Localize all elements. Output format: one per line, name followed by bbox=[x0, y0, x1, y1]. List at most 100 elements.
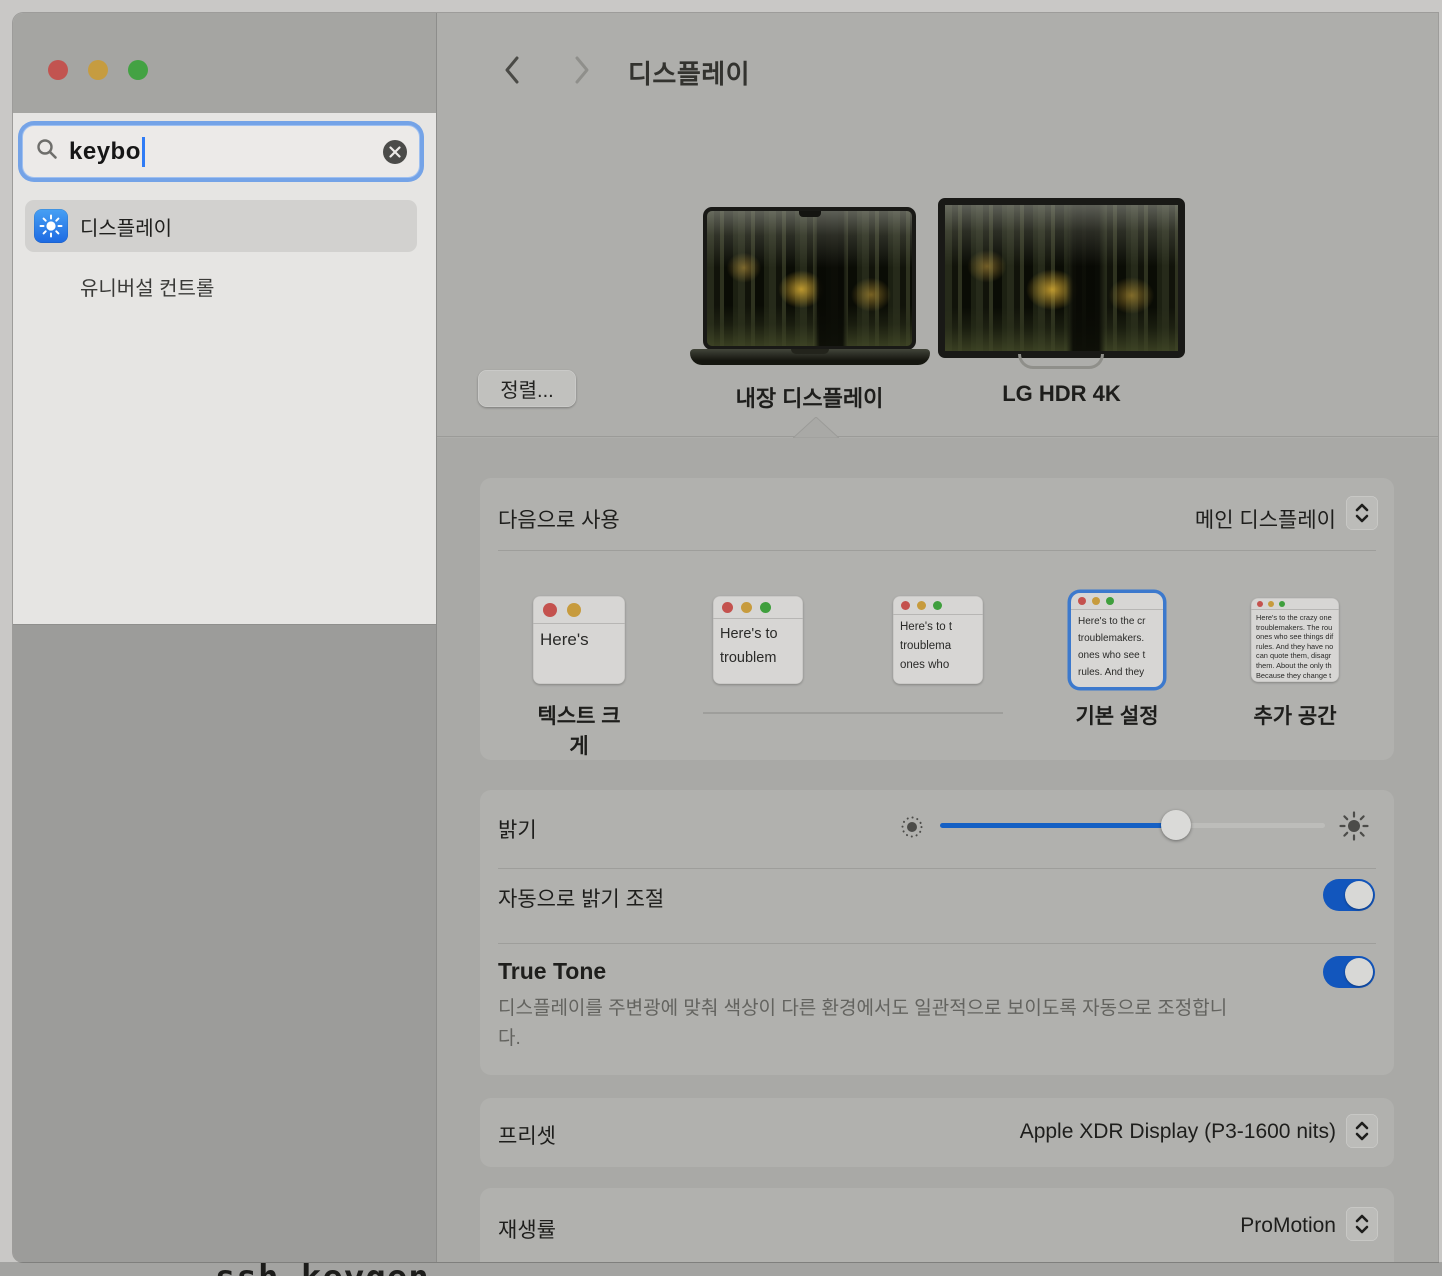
refresh-rate-card: 재생률 ProMotion bbox=[480, 1188, 1394, 1262]
window-dot-yellow bbox=[917, 601, 926, 610]
true-tone-label: True Tone bbox=[498, 958, 606, 985]
true-tone-toggle[interactable] bbox=[1323, 956, 1375, 988]
external-display-preview[interactable] bbox=[938, 198, 1185, 358]
scaling-option-larger-text[interactable]: Here's bbox=[533, 596, 625, 684]
brightness-label: 밝기 bbox=[498, 814, 537, 844]
row-divider bbox=[498, 550, 1376, 551]
clear-search-icon[interactable] bbox=[383, 140, 407, 164]
scaling-option-more-space[interactable]: Here's to the crazy one troublemakers. T… bbox=[1251, 598, 1339, 682]
thumb-text-line: troublema bbox=[900, 637, 983, 656]
thumb-text-line: troublemakers. bbox=[1078, 630, 1163, 647]
use-as-dropdown[interactable] bbox=[1346, 496, 1378, 530]
thumb-text-line: can quote them, disagr bbox=[1256, 651, 1339, 661]
window-dot-green bbox=[1106, 597, 1114, 605]
window-dot-red bbox=[1078, 597, 1086, 605]
thumb-text-line: Here's to t bbox=[900, 618, 983, 637]
window-dot-red bbox=[1257, 601, 1263, 607]
desktop-background: ssh-keygen bbox=[0, 1262, 1442, 1276]
sidebar: keybo bbox=[13, 13, 437, 1262]
brightness-slider-fill bbox=[940, 823, 1176, 828]
refresh-rate-dropdown[interactable] bbox=[1346, 1207, 1378, 1241]
thumb-text-line: Here's to the cr bbox=[1078, 613, 1163, 630]
forward-icon[interactable] bbox=[571, 55, 593, 85]
preset-card: 프리셋 Apple XDR Display (P3-1600 nits) bbox=[480, 1098, 1394, 1167]
macbook-notch bbox=[799, 211, 821, 217]
scaling-label-larger-text: 텍스트 크게 bbox=[533, 700, 625, 760]
display-settings-card: 다음으로 사용 메인 디스플레이 Here's bbox=[480, 478, 1394, 760]
brightness-low-icon bbox=[898, 813, 926, 846]
search-result-displays[interactable]: 디스플레이 bbox=[25, 200, 417, 252]
page-title: 디스플레이 bbox=[628, 54, 750, 91]
thumb-text-line: Because they change t bbox=[1256, 671, 1339, 681]
thumb-text-line: ones who see t bbox=[1078, 647, 1163, 664]
window-dot-yellow bbox=[1268, 601, 1274, 607]
use-as-label: 다음으로 사용 bbox=[498, 504, 620, 534]
thumb-text-line: ones who see things dif bbox=[1256, 632, 1339, 642]
thumb-text-line: them. About the only th bbox=[1256, 661, 1339, 671]
thumb-text-line: rules. And they have no bbox=[1256, 642, 1339, 652]
header-divider bbox=[437, 436, 1438, 437]
wallpaper-thumbnail bbox=[945, 205, 1178, 351]
auto-brightness-toggle[interactable] bbox=[1323, 879, 1375, 911]
brightness-slider-knob[interactable] bbox=[1161, 810, 1191, 840]
minimize-button[interactable] bbox=[88, 60, 108, 80]
refresh-rate-value: ProMotion bbox=[1240, 1214, 1336, 1238]
wallpaper-thumbnail bbox=[707, 211, 912, 346]
external-display-label: LG HDR 4K bbox=[938, 381, 1185, 407]
row-divider bbox=[498, 943, 1376, 944]
search-input-value: keybo bbox=[69, 138, 141, 166]
toggle-knob bbox=[1345, 881, 1373, 909]
thumb-text-line: ones who bbox=[900, 656, 983, 675]
preset-dropdown[interactable] bbox=[1346, 1114, 1378, 1148]
search-icon bbox=[35, 137, 59, 166]
thumb-text-line: troublemakers. The rou bbox=[1256, 623, 1339, 633]
scaling-label-more-space: 추가 공간 bbox=[1226, 700, 1364, 730]
window-dot-red bbox=[722, 602, 733, 613]
window-dot-yellow bbox=[567, 603, 581, 617]
toggle-knob bbox=[1345, 958, 1373, 986]
display-brightness-icon bbox=[34, 209, 68, 243]
builtin-display-label: 내장 디스플레이 bbox=[703, 381, 916, 413]
window-dot-green bbox=[933, 601, 942, 610]
search-result-label: 유니버설 컨트롤 bbox=[80, 272, 214, 301]
window-dot-yellow bbox=[741, 602, 752, 613]
window-dot-red bbox=[543, 603, 557, 617]
search-result-label: 디스플레이 bbox=[80, 212, 172, 241]
window-dot-green bbox=[760, 602, 771, 613]
scaling-track-line bbox=[703, 712, 1003, 714]
selected-display-pointer bbox=[793, 417, 839, 438]
arrange-button-label: 정렬... bbox=[500, 374, 553, 403]
arrange-button[interactable]: 정렬... bbox=[478, 370, 576, 407]
builtin-display-preview[interactable] bbox=[703, 207, 916, 350]
window-dot-yellow bbox=[1092, 597, 1100, 605]
auto-brightness-label: 자동으로 밝기 조절 bbox=[498, 883, 664, 913]
zoom-button[interactable] bbox=[128, 60, 148, 80]
scaling-option-2[interactable]: Here's to troublem bbox=[713, 596, 803, 684]
window-dot-green bbox=[1279, 601, 1285, 607]
row-divider bbox=[498, 868, 1376, 869]
search-results-panel: keybo bbox=[13, 113, 436, 625]
main-panel: 디스플레이 내장 디스플레이 LG HDR 4K 정렬... 다음으로 사용 메… bbox=[437, 13, 1438, 1262]
brightness-high-icon bbox=[1338, 810, 1370, 847]
monitor-stand bbox=[1018, 354, 1104, 369]
close-button[interactable] bbox=[48, 60, 68, 80]
scaling-option-3[interactable]: Here's to t troublema ones who bbox=[893, 596, 983, 684]
refresh-rate-label: 재생률 bbox=[498, 1214, 556, 1244]
thumb-text-line: Here's to bbox=[720, 622, 803, 646]
back-icon[interactable] bbox=[501, 55, 523, 85]
search-input[interactable]: keybo bbox=[22, 125, 420, 178]
search-result-universal-control[interactable]: 유니버설 컨트롤 bbox=[25, 260, 417, 312]
thumb-text-line: troublem bbox=[720, 646, 803, 670]
thumb-text-line: Here's to the crazy one bbox=[1256, 613, 1339, 623]
scaling-label-default: 기본 설정 bbox=[1046, 700, 1188, 730]
thumb-text-line: rules. And they bbox=[1078, 664, 1163, 681]
true-tone-description: 디스플레이를 주변광에 맞춰 색상이 다른 환경에서도 일관적으로 보이도록 자… bbox=[498, 994, 1243, 1054]
brightness-slider[interactable] bbox=[940, 823, 1325, 828]
scaling-option-default[interactable]: Here's to the cr troublemakers. ones who… bbox=[1071, 593, 1163, 687]
preset-label: 프리셋 bbox=[498, 1120, 556, 1150]
preset-value: Apple XDR Display (P3-1600 nits) bbox=[1020, 1120, 1336, 1144]
use-as-value: 메인 디스플레이 bbox=[1195, 504, 1336, 534]
macbook-base bbox=[690, 349, 930, 365]
sidebar-dimmed-area bbox=[13, 625, 436, 1262]
thumb-text-line: Here's bbox=[540, 630, 589, 649]
